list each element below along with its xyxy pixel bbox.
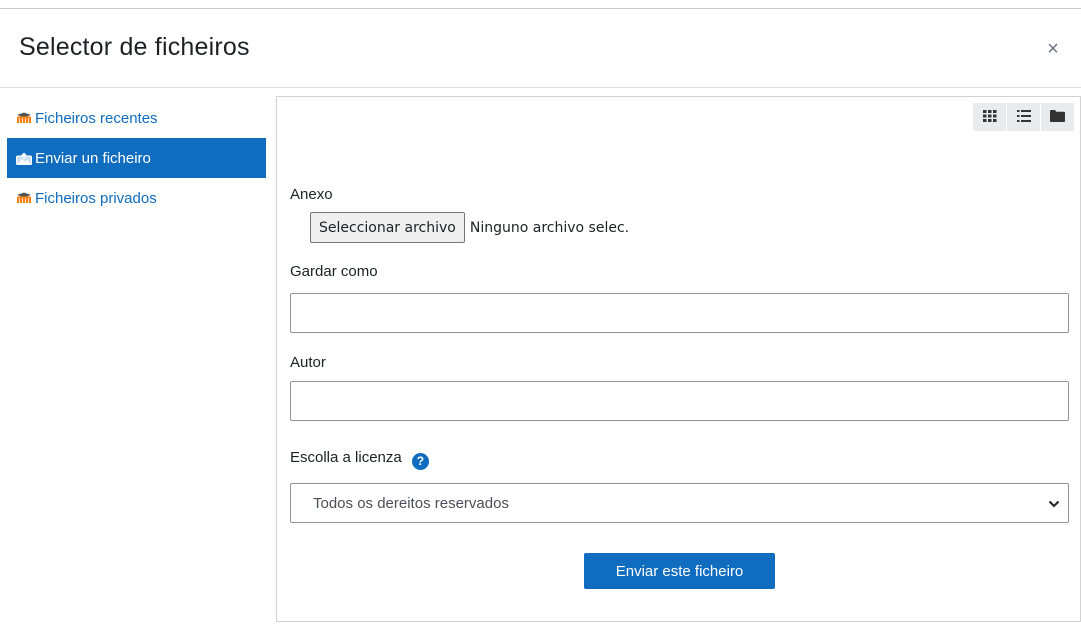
no-file-chosen-text: Ninguno archivo selec.	[469, 219, 630, 236]
list-view-button[interactable]	[1007, 103, 1040, 131]
help-icon[interactable]: ?	[411, 452, 429, 470]
view-toggle-group	[973, 103, 1074, 131]
moodle-icon	[16, 111, 32, 125]
sidebar-item-recent-files[interactable]: Ficheiros recentes	[7, 98, 266, 138]
save-as-input[interactable]	[290, 293, 1069, 333]
author-label: Autor	[290, 354, 326, 371]
moodle-icon	[16, 191, 32, 205]
chevron-down-icon	[1048, 497, 1060, 509]
upload-panel: Anexo Seleccionar archivo Ninguno archiv…	[276, 96, 1081, 622]
license-selected-value: Todos os dereitos reservados	[313, 494, 509, 512]
grid-view-button[interactable]	[973, 103, 1006, 131]
sidebar-item-private-files[interactable]: Ficheiros privados	[7, 178, 266, 218]
choose-file-button[interactable]: Seleccionar archivo	[310, 212, 465, 243]
save-as-label: Gardar como	[290, 263, 378, 280]
modal-title: Selector de ficheiros	[19, 33, 250, 61]
license-label-row: Escolla a licenza ?	[290, 449, 429, 470]
sidebar-item-label: Ficheiros recentes	[35, 109, 158, 127]
sidebar-item-label: Enviar un ficheiro	[35, 149, 151, 167]
license-select[interactable]: Todos os dereitos reservados	[290, 483, 1069, 523]
file-picker: Seleccionar archivo Ninguno archivo sele…	[310, 212, 629, 243]
modal-header: Selector de ficheiros ×	[0, 9, 1081, 88]
close-button[interactable]: ×	[1043, 39, 1063, 59]
list-view-icon	[1016, 109, 1031, 125]
upload-icon	[16, 151, 32, 165]
license-label: Escolla a licenza	[290, 449, 402, 466]
sidebar-item-label: Ficheiros privados	[35, 189, 157, 207]
folder-view-button[interactable]	[1041, 103, 1074, 131]
author-input[interactable]	[290, 381, 1069, 421]
attachment-label: Anexo	[290, 186, 333, 203]
upload-file-button[interactable]: Enviar este ficheiro	[584, 553, 775, 589]
sidebar-item-upload-file[interactable]: Enviar un ficheiro	[7, 138, 266, 178]
close-icon: ×	[1047, 38, 1059, 60]
grid-view-icon	[982, 109, 997, 125]
repository-sidebar: Ficheiros recentes Enviar un ficheiro Fi…	[7, 98, 266, 218]
folder-view-icon	[1050, 109, 1065, 125]
